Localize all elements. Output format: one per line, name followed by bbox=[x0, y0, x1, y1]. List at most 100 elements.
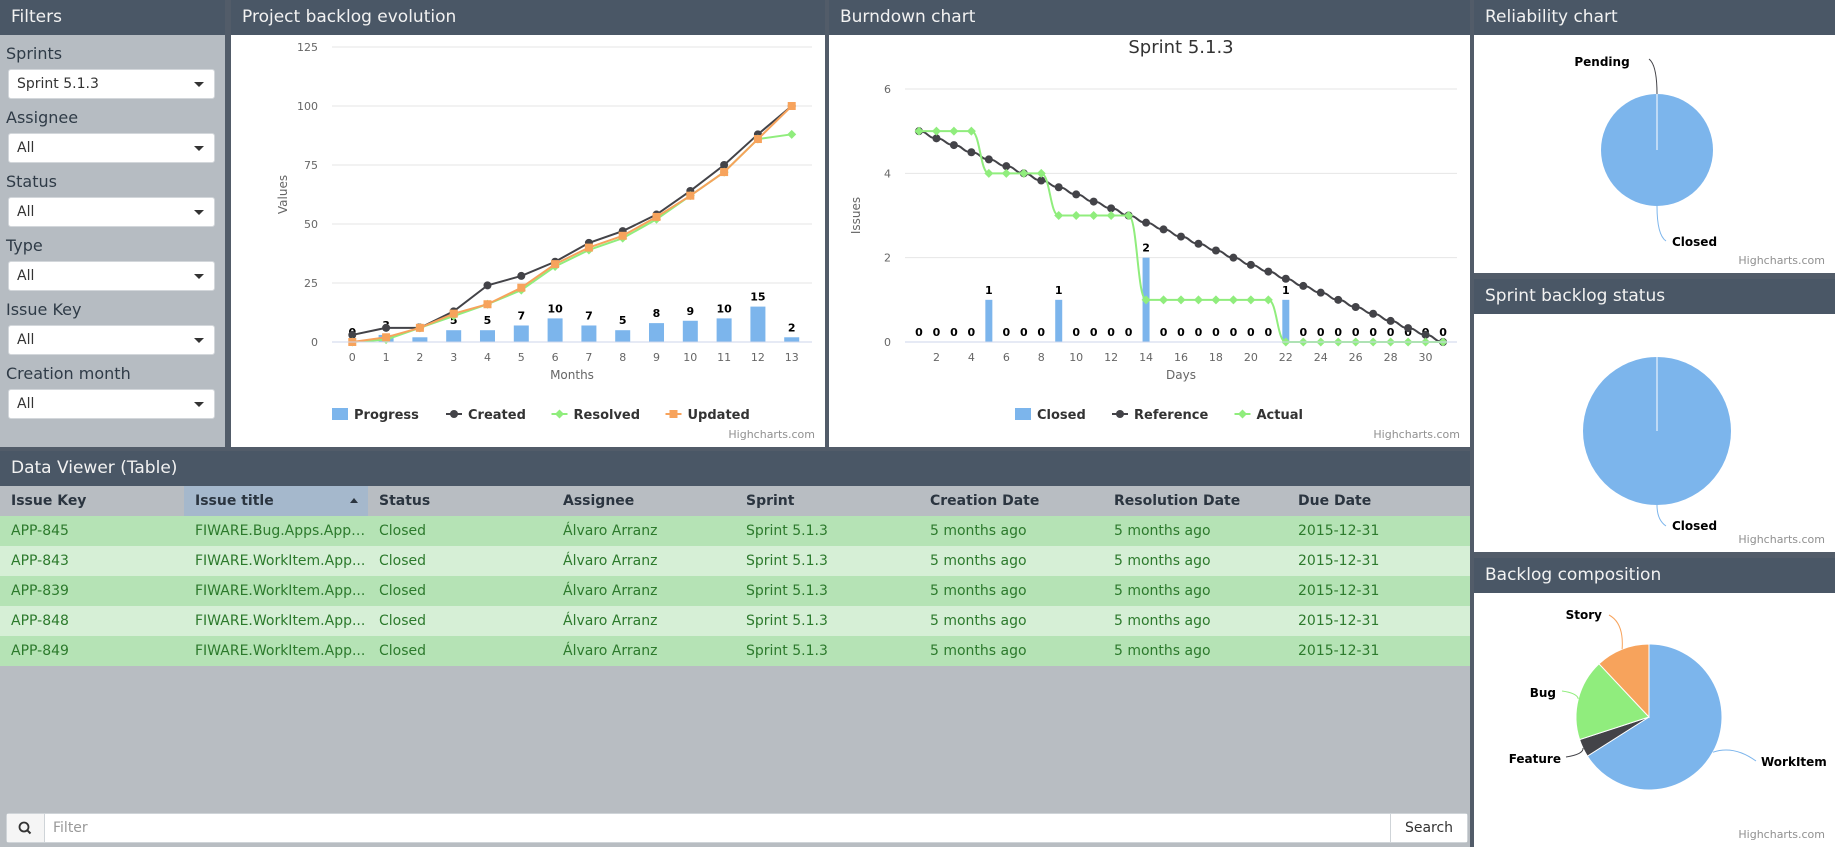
legend-item: Actual bbox=[1257, 408, 1303, 423]
table-row[interactable]: APP-848 FIWARE.WorkItem.App... Closed Álvar… bbox=[0, 606, 1470, 636]
data-point bbox=[1316, 288, 1325, 297]
data-label: 0 bbox=[1107, 326, 1115, 339]
cell-due-date: 2015-12-31 bbox=[1287, 606, 1470, 636]
data-label: 7 bbox=[517, 309, 525, 322]
data-viewer-panel: Data Viewer (Table) Issue Key Issue titl… bbox=[0, 451, 1470, 847]
pie-slice-pending: Pending bbox=[1574, 55, 1658, 95]
y-tick-label: 0 bbox=[311, 336, 318, 349]
assignee-select[interactable]: All bbox=[8, 133, 215, 163]
data-label: 0 bbox=[933, 326, 941, 339]
sprints-select[interactable]: Sprint 5.1.3 bbox=[8, 69, 215, 99]
data-label: 0 bbox=[1177, 326, 1185, 339]
table-filter-input[interactable]: Filter bbox=[53, 814, 88, 842]
column-header-creation-date[interactable]: Creation Date bbox=[919, 486, 1103, 516]
series-closed: 0000100010000200000001000000000 bbox=[915, 242, 1447, 342]
chevron-down-icon bbox=[194, 274, 204, 279]
table-row[interactable]: APP-843 FIWARE.WorkItem.App... Closed Álvar… bbox=[0, 546, 1470, 576]
data-point bbox=[1072, 190, 1081, 199]
y-tick-label: 2 bbox=[884, 252, 891, 265]
highcharts-credit[interactable]: Highcharts.com bbox=[1738, 254, 1825, 267]
data-point bbox=[1351, 303, 1360, 312]
chevron-down-icon bbox=[194, 146, 204, 151]
data-point bbox=[787, 102, 796, 110]
data-point bbox=[931, 126, 941, 136]
pie-label: Closed bbox=[1672, 235, 1717, 249]
data-label: 0 bbox=[1020, 326, 1028, 339]
y-axis-label: Values bbox=[276, 175, 290, 214]
column-header-issue-key[interactable]: Issue Key bbox=[0, 486, 184, 516]
x-tick-label: 2 bbox=[416, 351, 423, 364]
burndown-panel: Burndown chart Sprint 5.1.3 0 2 4 6 2 4 6 8 10 12 1… bbox=[829, 0, 1470, 447]
legend-item: Closed bbox=[1037, 408, 1086, 423]
legend-item: Reference bbox=[1134, 408, 1208, 423]
issue-key-select[interactable]: All bbox=[8, 325, 215, 355]
data-label: 5 bbox=[619, 314, 627, 327]
chart-legend: Closed Reference Actual bbox=[1015, 408, 1303, 423]
data-point bbox=[449, 309, 458, 318]
type-select[interactable]: All bbox=[8, 261, 215, 291]
bar bbox=[581, 325, 597, 342]
cell-issue-title: FIWARE.WorkItem.App... bbox=[184, 636, 368, 666]
y-tick-label: 75 bbox=[304, 159, 318, 172]
bar bbox=[985, 299, 993, 342]
cell-creation-date: 5 months ago bbox=[919, 606, 1103, 636]
data-point bbox=[1264, 267, 1273, 276]
data-point bbox=[1246, 295, 1256, 305]
data-point bbox=[1211, 246, 1220, 255]
backlog-composition-title: Backlog composition bbox=[1474, 558, 1835, 593]
cell-issue-key: APP-849 bbox=[0, 636, 184, 666]
connector-line bbox=[1712, 749, 1757, 762]
data-point bbox=[1142, 218, 1151, 227]
chevron-down-icon bbox=[194, 402, 204, 407]
column-header-resolution-date[interactable]: Resolution Date bbox=[1103, 486, 1287, 516]
table-body: APP-845 FIWARE.Bug.Apps.Appl... Closed Álva… bbox=[0, 516, 1470, 666]
data-point bbox=[483, 281, 492, 290]
data-point bbox=[984, 155, 993, 164]
cell-resolution-date: 5 months ago bbox=[1103, 606, 1287, 636]
status-select[interactable]: All bbox=[8, 197, 215, 227]
data-point bbox=[1054, 183, 1063, 192]
cell-assignee: Álvaro Arranz bbox=[552, 606, 735, 636]
table-row[interactable]: APP-839 FIWARE.WorkItem.App... Closed Álvar… bbox=[0, 576, 1470, 606]
cell-due-date: 2015-12-31 bbox=[1287, 516, 1470, 546]
search-button[interactable]: Search bbox=[1390, 814, 1467, 842]
table-row[interactable]: APP-845 FIWARE.Bug.Apps.Appl... Closed Álva… bbox=[0, 516, 1470, 546]
data-point bbox=[1177, 232, 1185, 241]
highcharts-credit[interactable]: Highcharts.com bbox=[728, 428, 815, 441]
data-label: 8 bbox=[653, 307, 661, 320]
cell-sprint: Sprint 5.1.3 bbox=[735, 546, 919, 576]
highcharts-credit[interactable]: Highcharts.com bbox=[1738, 828, 1825, 841]
x-tick-label: 6 bbox=[1003, 351, 1010, 364]
chart-title: Sprint 5.1.3 bbox=[1128, 37, 1233, 58]
data-point bbox=[382, 323, 391, 332]
backlog-composition-chart: WorkItem Feature Bug Story bbox=[1509, 608, 1827, 791]
column-header-due-date[interactable]: Due Date bbox=[1287, 486, 1470, 516]
column-header-sprint[interactable]: Sprint bbox=[735, 486, 919, 516]
cell-creation-date: 5 months ago bbox=[919, 516, 1103, 546]
column-header-assignee[interactable]: Assignee bbox=[552, 486, 735, 516]
column-header-status[interactable]: Status bbox=[368, 486, 552, 516]
data-point bbox=[382, 333, 391, 342]
data-point bbox=[517, 271, 526, 280]
x-tick-label: 4 bbox=[484, 351, 491, 364]
data-label: 1 bbox=[985, 284, 993, 297]
legend-marker bbox=[1238, 409, 1247, 419]
cell-assignee: Álvaro Arranz bbox=[552, 516, 735, 546]
data-label: 10 bbox=[716, 302, 732, 315]
data-label: 0 bbox=[968, 326, 976, 339]
cell-status: Closed bbox=[368, 606, 552, 636]
search-icon[interactable] bbox=[7, 814, 45, 842]
highcharts-credit[interactable]: Highcharts.com bbox=[1738, 533, 1825, 546]
burndown-chart: Sprint 5.1.302462 4 6 8 10 12 14 16 18 20 22 24 26 28… bbox=[849, 37, 1457, 423]
highcharts-credit[interactable]: Highcharts.com bbox=[1373, 428, 1460, 441]
x-tick-label: 8 bbox=[1038, 351, 1045, 364]
data-point bbox=[415, 323, 424, 332]
column-header-issue-title[interactable]: Issue title bbox=[184, 486, 368, 516]
creation-month-select[interactable]: All bbox=[8, 389, 215, 419]
x-tick-label: 3 bbox=[450, 351, 457, 364]
bar bbox=[446, 330, 462, 342]
x-tick-label: 1 bbox=[383, 351, 390, 364]
table-row[interactable]: APP-849 FIWARE.WorkItem.App... Closed Álvar… bbox=[0, 636, 1470, 666]
data-point bbox=[1404, 324, 1413, 333]
series-reference bbox=[914, 127, 1448, 346]
